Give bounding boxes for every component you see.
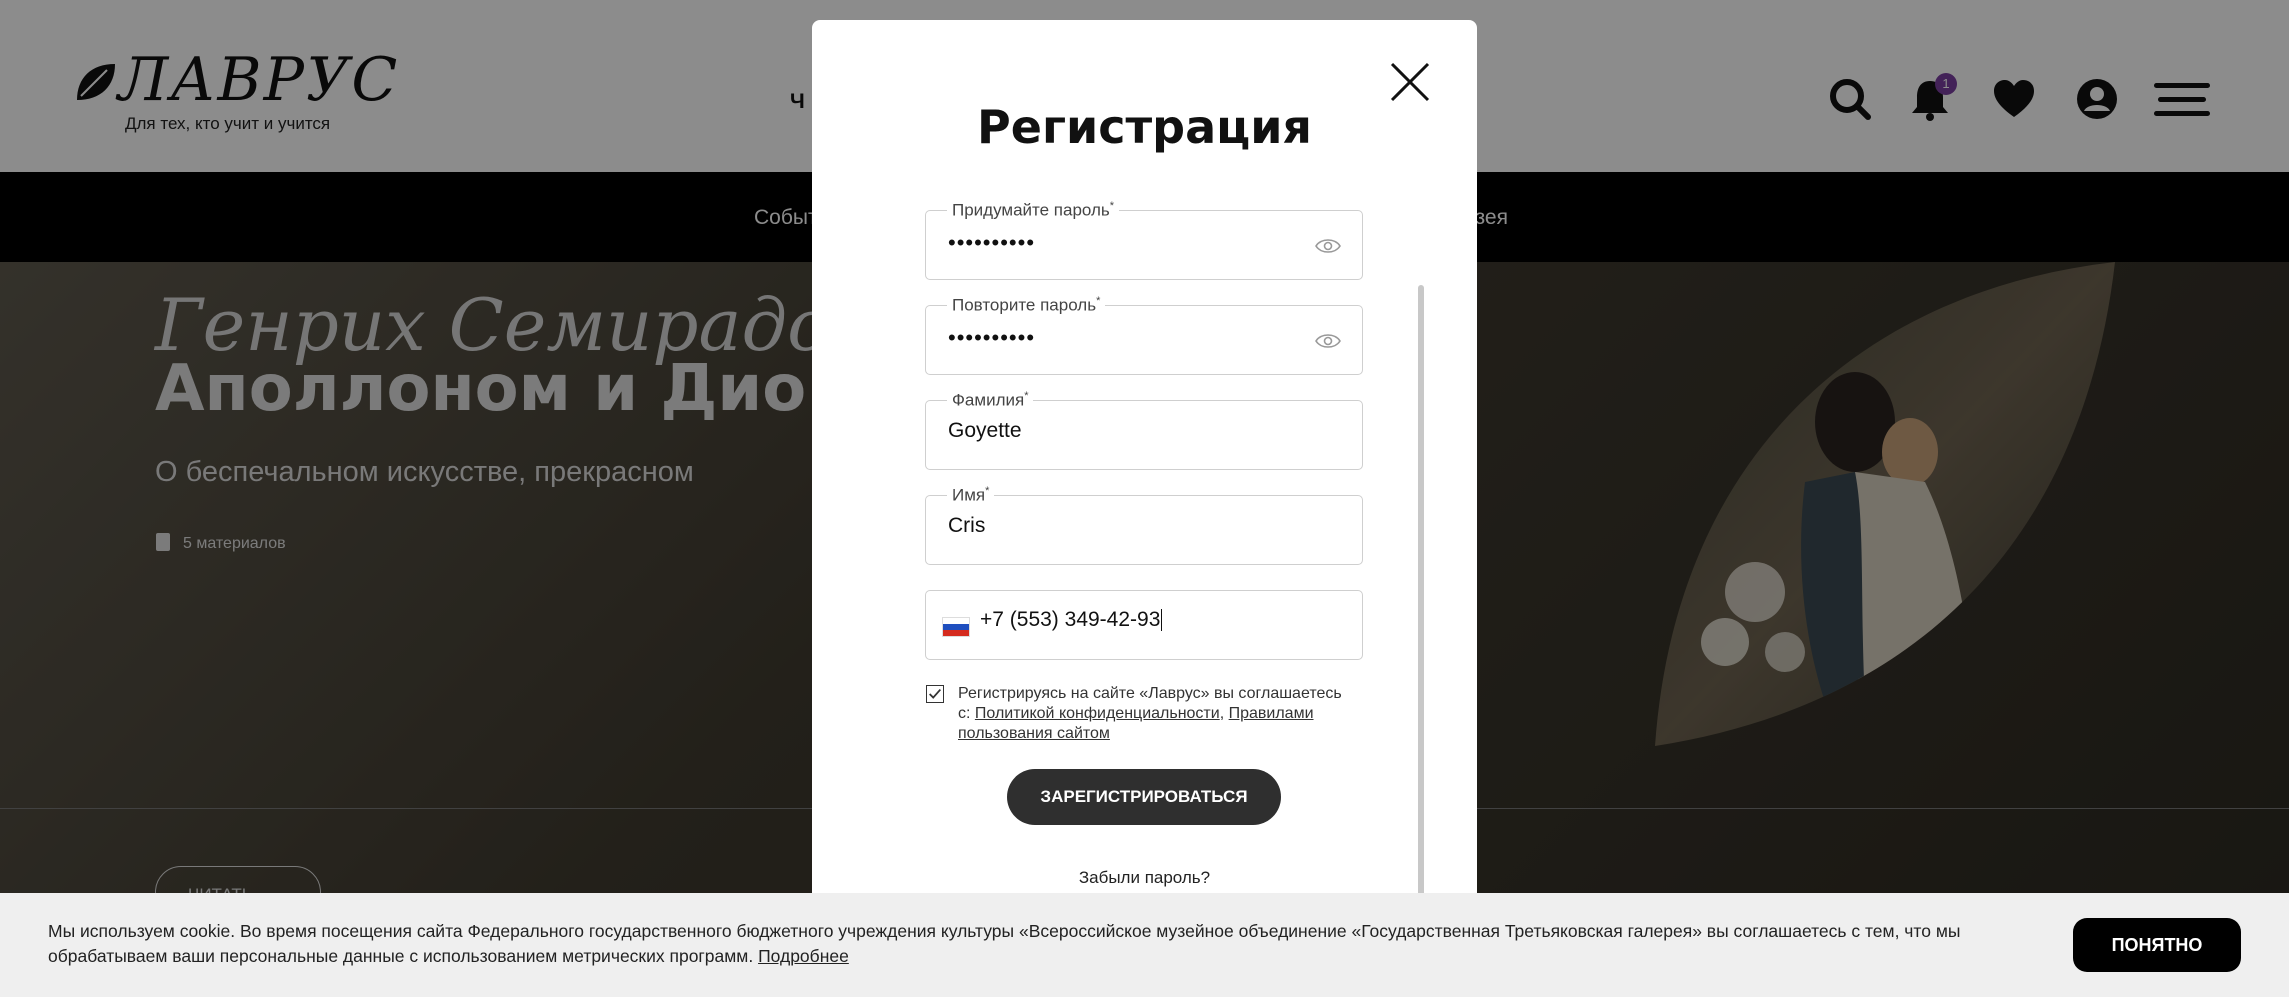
last-name-value: Goyette xyxy=(948,419,1022,442)
password-repeat-value: •••••••••• xyxy=(948,325,1036,350)
modal-scrollbar[interactable] xyxy=(1418,285,1424,997)
eye-icon[interactable] xyxy=(1314,236,1342,256)
russia-flag-icon[interactable] xyxy=(942,617,970,637)
privacy-policy-link[interactable]: Политикой конфиденциальности xyxy=(975,705,1220,722)
eye-icon[interactable] xyxy=(1314,331,1342,351)
cookie-more-link[interactable]: Подробнее xyxy=(758,946,849,966)
cookie-accept-button[interactable]: ПОНЯТНО xyxy=(2073,918,2241,972)
password-label: Придумайте пароль* xyxy=(947,200,1120,221)
consent-checkbox[interactable] xyxy=(926,685,944,703)
close-icon[interactable] xyxy=(1388,60,1432,104)
first-name-label: Имя* xyxy=(947,485,995,506)
password-repeat-label: Повторите пароль* xyxy=(947,295,1106,316)
last-name-label: Фамилия* xyxy=(947,390,1034,411)
password-value: •••••••••• xyxy=(948,230,1036,255)
first-name-value: Cris xyxy=(948,514,986,537)
phone-value: +7 (553) 349-42-93 xyxy=(980,608,1163,632)
forgot-password-link[interactable]: Забыли пароль? xyxy=(812,868,1477,888)
cookie-text: Мы используем cookie. Во время посещения… xyxy=(48,921,1961,966)
register-button[interactable]: ЗАРЕГИСТРИРОВАТЬСЯ xyxy=(1007,769,1281,825)
consent-text: Регистрируясь на сайте «Лаврус» вы согла… xyxy=(958,685,1342,742)
modal-title: Регистрация xyxy=(977,100,1312,154)
